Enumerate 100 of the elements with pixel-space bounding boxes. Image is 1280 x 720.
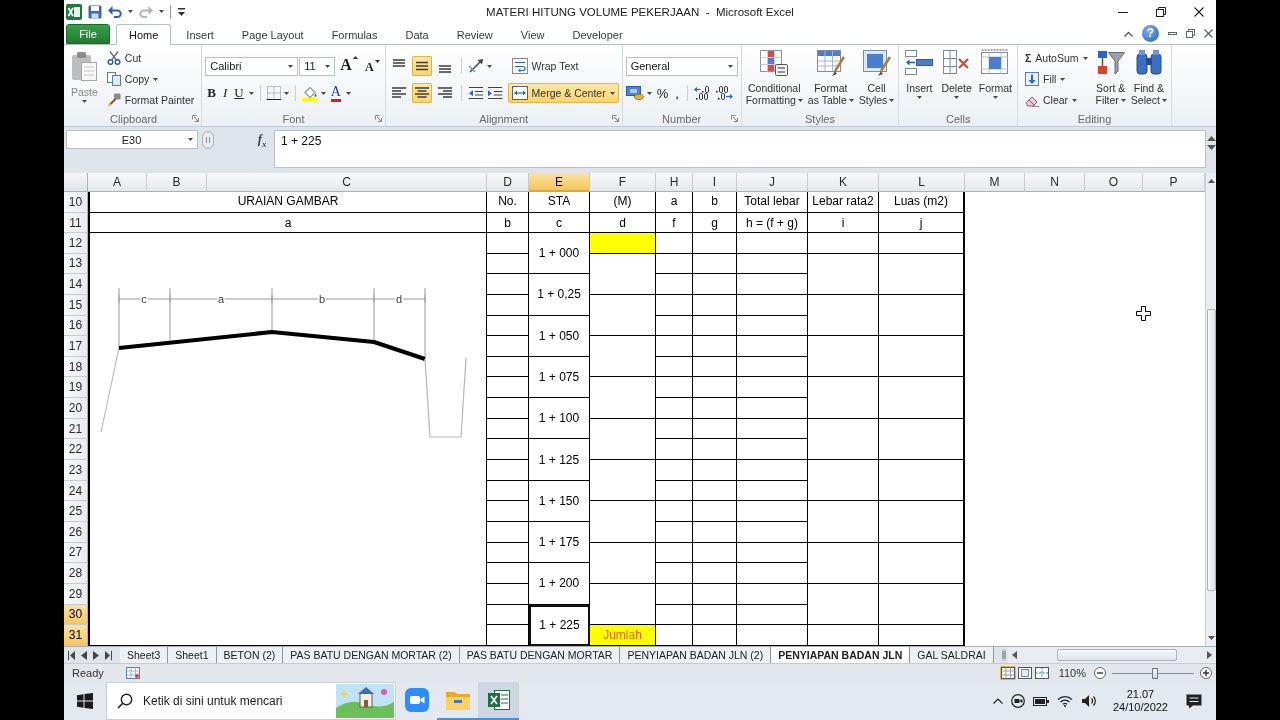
comma-button[interactable]: , <box>673 83 681 103</box>
format-painter-button[interactable]: Format Painter <box>102 90 199 110</box>
caret-icon[interactable] <box>992 96 998 99</box>
arrow-down-icon[interactable] <box>1207 636 1215 640</box>
cut-button[interactable]: Cut <box>102 48 199 68</box>
close-icon[interactable] <box>1194 6 1204 17</box>
column-header[interactable]: L <box>879 173 965 192</box>
sheet-tab[interactable]: PAS BATU DENGAN MORTAR (2) <box>283 647 460 663</box>
border-grid-icon[interactable] <box>266 86 281 100</box>
sheet-tab[interactable]: Sheet1 <box>168 647 217 663</box>
curved-arrow-left-icon[interactable] <box>108 5 122 18</box>
ribbon-tab[interactable]: View <box>507 24 558 44</box>
row-header[interactable]: 30 <box>64 604 88 626</box>
caret-icon[interactable] <box>1082 56 1088 60</box>
row-header[interactable]: 27 <box>64 542 88 564</box>
ribbon-tab[interactable]: Developer <box>559 24 636 44</box>
sheet-tab[interactable]: BETON (2) <box>216 647 284 663</box>
caret-icon[interactable] <box>609 91 615 95</box>
caret-icon[interactable] <box>248 91 254 95</box>
caret-icon[interactable] <box>288 64 294 68</box>
last-arrow-icon[interactable] <box>104 650 112 660</box>
row-header[interactable]: 21 <box>64 418 88 440</box>
row-header[interactable]: 11 <box>64 213 88 233</box>
fill-button[interactable]: Fill <box>1021 69 1092 89</box>
ribbon-tab[interactable]: Data <box>392 24 442 44</box>
banknote-coin-icon[interactable] <box>625 86 644 100</box>
copy-button[interactable]: Copy <box>102 69 199 89</box>
caret-icon[interactable] <box>325 64 331 68</box>
caret-icon[interactable] <box>727 64 733 68</box>
sheet-icon[interactable] <box>125 667 140 679</box>
caret-icon[interactable] <box>1060 77 1066 81</box>
shrink-font-button[interactable]: A <box>362 56 382 76</box>
ribbon-tab[interactable]: Home <box>116 24 172 45</box>
caret-icon[interactable] <box>153 77 159 81</box>
column-header[interactable]: C <box>207 173 487 192</box>
page-break-view-icon[interactable] <box>1033 666 1050 680</box>
percent-button[interactable]: % <box>654 83 671 103</box>
find-select-button[interactable]: Find & Select <box>1129 47 1169 111</box>
format-as-table-button[interactable]: Format as Table <box>806 47 855 111</box>
clear-button[interactable]: Clear <box>1021 90 1092 110</box>
arrow-left-icon[interactable] <box>1012 651 1017 659</box>
column-header[interactable]: D <box>487 173 529 192</box>
row-header[interactable]: 29 <box>64 583 88 605</box>
grid-view-icon[interactable] <box>999 666 1016 680</box>
chevron-up-icon[interactable] <box>992 698 1003 704</box>
bold-button[interactable]: B <box>205 83 218 103</box>
camera-circle-icon[interactable] <box>1010 694 1025 708</box>
arrow-right-icon[interactable] <box>1207 651 1212 659</box>
row-header[interactable]: 17 <box>64 336 88 357</box>
horizontal-scrollbar[interactable] <box>1008 647 1216 663</box>
caret-icon[interactable] <box>1162 98 1168 102</box>
caret-icon[interactable] <box>128 10 133 13</box>
grow-font-button[interactable]: A <box>338 56 360 76</box>
row-header[interactable]: 22 <box>64 439 88 461</box>
number-format-field[interactable]: General <box>625 56 738 76</box>
sheet-tab[interactable]: PENYIAPAN BADAN JLN <box>771 647 911 663</box>
ribbon-tab[interactable]: Page Layout <box>228 24 317 44</box>
row-header[interactable]: 13 <box>64 253 88 275</box>
notification-icon[interactable] <box>1186 693 1202 709</box>
row-header[interactable]: 25 <box>64 501 88 522</box>
row-header[interactable]: 14 <box>64 274 88 295</box>
caret-icon[interactable] <box>1120 98 1126 102</box>
caret-icon[interactable] <box>889 98 895 102</box>
name-box[interactable]: E30 <box>66 130 198 149</box>
caret-icon[interactable] <box>646 91 652 95</box>
conditional-formatting-button[interactable]: Conditional Formatting <box>744 47 804 111</box>
row-header[interactable]: 26 <box>64 521 88 543</box>
dialog-launcher-icon[interactable] <box>612 115 620 122</box>
file-tab[interactable]: File <box>66 24 110 44</box>
italic-button[interactable]: I <box>221 83 230 103</box>
ribbon-tab[interactable]: Insert <box>173 24 227 44</box>
dialog-launcher-icon[interactable] <box>191 115 199 122</box>
column-header[interactable]: P <box>1143 173 1205 192</box>
arrow-down-icon[interactable] <box>1206 145 1216 150</box>
row-header[interactable]: 31 <box>64 625 88 646</box>
search-field[interactable]: Ketik di sini untuk mencari <box>106 682 396 720</box>
arrow-up-icon[interactable] <box>1207 179 1215 183</box>
customize-menu-icon[interactable] <box>177 7 186 16</box>
clock[interactable]: 21.07 24/10/2022 <box>1108 688 1172 714</box>
speaker-icon[interactable] <box>1080 694 1097 708</box>
first-arrow-icon[interactable] <box>68 650 76 660</box>
caret-icon[interactable] <box>283 91 289 95</box>
dialog-launcher-icon[interactable] <box>731 115 739 122</box>
caret-icon[interactable] <box>320 91 326 95</box>
indent-increase-icon[interactable] <box>486 86 503 100</box>
row-header[interactable]: 16 <box>64 315 88 337</box>
increase-decimal-icon[interactable] <box>693 86 712 100</box>
wifi-icon[interactable] <box>1056 695 1073 707</box>
arrow-up-icon[interactable] <box>1206 136 1216 141</box>
chevron-up-icon[interactable] <box>1124 30 1133 37</box>
column-header[interactable]: M <box>965 173 1025 192</box>
column-header[interactable]: O <box>1085 173 1143 192</box>
row-header[interactable]: 19 <box>64 377 88 399</box>
split-handle-icon[interactable] <box>1002 649 1006 661</box>
underline-button[interactable]: U <box>232 83 246 103</box>
row-header[interactable]: 15 <box>64 294 88 316</box>
next-arrow-icon[interactable] <box>92 650 100 660</box>
dialog-launcher-icon[interactable] <box>375 115 383 122</box>
caret-icon[interactable] <box>916 96 922 99</box>
column-header[interactable]: B <box>147 173 207 192</box>
